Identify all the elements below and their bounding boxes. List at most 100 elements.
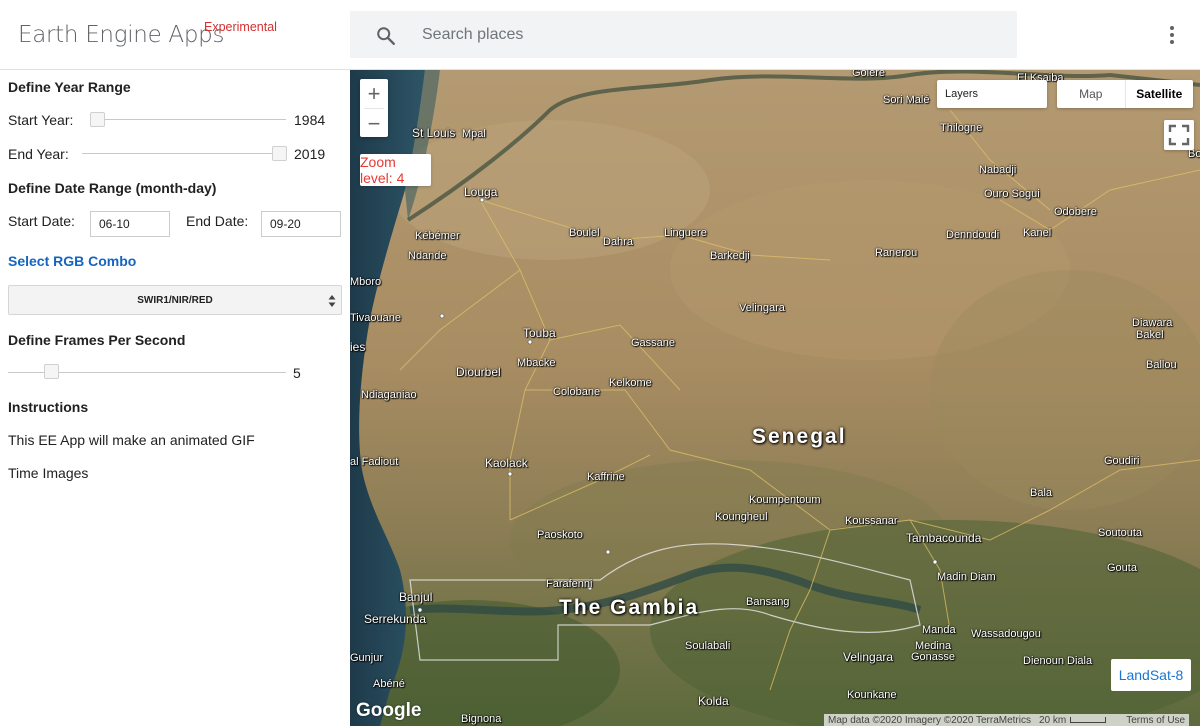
map-canvas[interactable]: Golere Sori Malé El Ksaiba Thilogne St L… — [350, 70, 1200, 726]
place-label: Denndoudi — [946, 229, 1000, 241]
place-label: Boulel — [569, 227, 600, 239]
start-year-label: Start Year: — [8, 112, 74, 128]
place-label: Madin Diam — [937, 571, 996, 583]
place-label: Diourbel — [456, 365, 501, 379]
place-label: Wassadougou — [971, 628, 1041, 640]
layers-dropdown[interactable]: Layers — [937, 80, 1047, 108]
select-arrows-icon — [328, 295, 336, 307]
place-label: Gunjur — [350, 652, 384, 664]
rgb-combo-select[interactable]: SWIR1/NIR/RED — [8, 285, 342, 315]
map-type-satellite-button[interactable]: Satellite — [1126, 80, 1194, 108]
place-label: Banjul — [399, 590, 433, 604]
place-label: Kaolack — [485, 456, 528, 470]
place-label: Tivaouane — [350, 312, 401, 324]
map-type-map-button[interactable]: Map — [1057, 80, 1126, 108]
place-label: Ballou — [1146, 359, 1177, 371]
place-label: Velingara — [843, 650, 894, 664]
country-label-senegal: Senegal — [752, 425, 847, 448]
scale-label[interactable]: 20 km — [1035, 715, 1110, 726]
end-year-value: 2019 — [294, 146, 326, 162]
place-label: Odobere — [1054, 206, 1097, 218]
place-label: Kaffrine — [587, 471, 625, 483]
start-date-input[interactable] — [90, 211, 170, 237]
place-label: Bakel — [1136, 329, 1164, 341]
end-date-input[interactable] — [261, 211, 341, 237]
place-label: Bala — [1030, 487, 1053, 499]
place-label: Kounkane — [847, 689, 897, 701]
place-label: Kanel — [1023, 227, 1052, 239]
start-year-slider-thumb[interactable] — [90, 112, 105, 127]
fps-value: 5 — [293, 365, 301, 381]
search-input[interactable] — [422, 11, 1002, 58]
zoom-out-button[interactable]: − — [360, 109, 388, 138]
place-label: Dahra — [603, 236, 633, 248]
place-label: Abéné — [373, 678, 405, 690]
place-label: Bansang — [746, 596, 790, 608]
date-range-heading: Define Date Range (month-day) — [8, 180, 217, 196]
start-date-label: Start Date: — [8, 213, 75, 229]
place-label: Serrekunda — [364, 612, 427, 626]
landsat-label: LandSat-8 — [1111, 659, 1191, 691]
fullscreen-icon[interactable] — [1164, 120, 1194, 150]
app-header: Earth Engine Apps Experimental — [0, 0, 1200, 70]
place-label: Thilogne — [940, 122, 983, 134]
instruction-text-2: Time Images — [8, 465, 89, 481]
place-label: Kolda — [698, 694, 729, 708]
zoom-in-button[interactable]: + — [360, 79, 388, 108]
place-label: Linguere — [664, 227, 707, 239]
place-label: Farafenni — [546, 578, 593, 590]
place-label: Paoskoto — [537, 529, 583, 541]
place-label: Gouta — [1107, 562, 1137, 574]
place-label: Goudiri — [1104, 455, 1140, 467]
zoom-level-label: Zoom level: 4 — [360, 154, 431, 186]
end-year-slider-thumb[interactable] — [272, 146, 287, 161]
instructions-heading: Instructions — [8, 399, 89, 415]
end-year-label: End Year: — [8, 146, 69, 162]
place-label: Louga — [464, 185, 498, 199]
place-label: Velingara — [739, 302, 785, 314]
place-label: St Louis — [412, 126, 456, 140]
place-label: Ndiaganiao — [361, 389, 417, 401]
country-label-gambia: The Gambia — [559, 596, 700, 619]
place-label: Kelkome — [609, 377, 652, 389]
search-box[interactable] — [350, 11, 1017, 58]
place-label: al Fadiout — [350, 456, 399, 468]
rgb-combo-link[interactable]: Select RGB Combo — [8, 253, 136, 269]
place-label: Soulabali — [685, 640, 731, 652]
place-label: Koussanar — [845, 515, 898, 527]
place-label: Koungheul — [715, 511, 768, 523]
place-label: ies — [350, 340, 366, 354]
start-year-value: 1984 — [294, 112, 326, 128]
place-label: Mbacke — [517, 357, 556, 369]
app-title[interactable]: Earth Engine Apps — [18, 22, 224, 48]
google-logo: Google — [356, 700, 422, 721]
place-label: Dienoun Diala — [1023, 655, 1093, 667]
place-label: Colobane — [553, 386, 601, 398]
place-label: Nabadji — [979, 164, 1017, 176]
place-label: Sori Malé — [883, 94, 930, 106]
search-icon[interactable] — [375, 25, 397, 47]
place-label: Soutouta — [1098, 527, 1143, 539]
place-label: Golere — [852, 70, 886, 79]
end-date-label: End Date: — [186, 213, 249, 229]
place-label: Barkedji — [710, 250, 750, 262]
attribution-text: Map data ©2020 Imagery ©2020 TerraMetric… — [828, 714, 1031, 726]
place-label: Mboro — [350, 276, 382, 288]
fps-slider-thumb[interactable] — [44, 364, 59, 379]
scale-bar — [1070, 716, 1107, 723]
place-label: Mpal — [462, 128, 486, 140]
place-label: Kébémer — [415, 230, 460, 242]
place-label: Gonasse — [911, 651, 956, 663]
terms-link[interactable]: Terms of Use — [1122, 715, 1189, 726]
map-type-control: Map Satellite — [1057, 80, 1193, 108]
instruction-text-1: This EE App will make an animated GIF — [8, 432, 255, 448]
place-label: Gassane — [631, 337, 676, 349]
map-attribution: Map data ©2020 Imagery ©2020 TerraMetric… — [824, 714, 1190, 726]
place-label: Ndande — [408, 250, 447, 262]
more-vert-icon[interactable] — [1160, 22, 1184, 48]
place-label: Diawara — [1132, 317, 1173, 329]
experimental-badge: Experimental — [204, 20, 277, 34]
year-range-heading: Define Year Range — [8, 79, 131, 95]
place-label: Tambacounda — [906, 531, 982, 545]
place-label: Bignona — [461, 713, 502, 725]
